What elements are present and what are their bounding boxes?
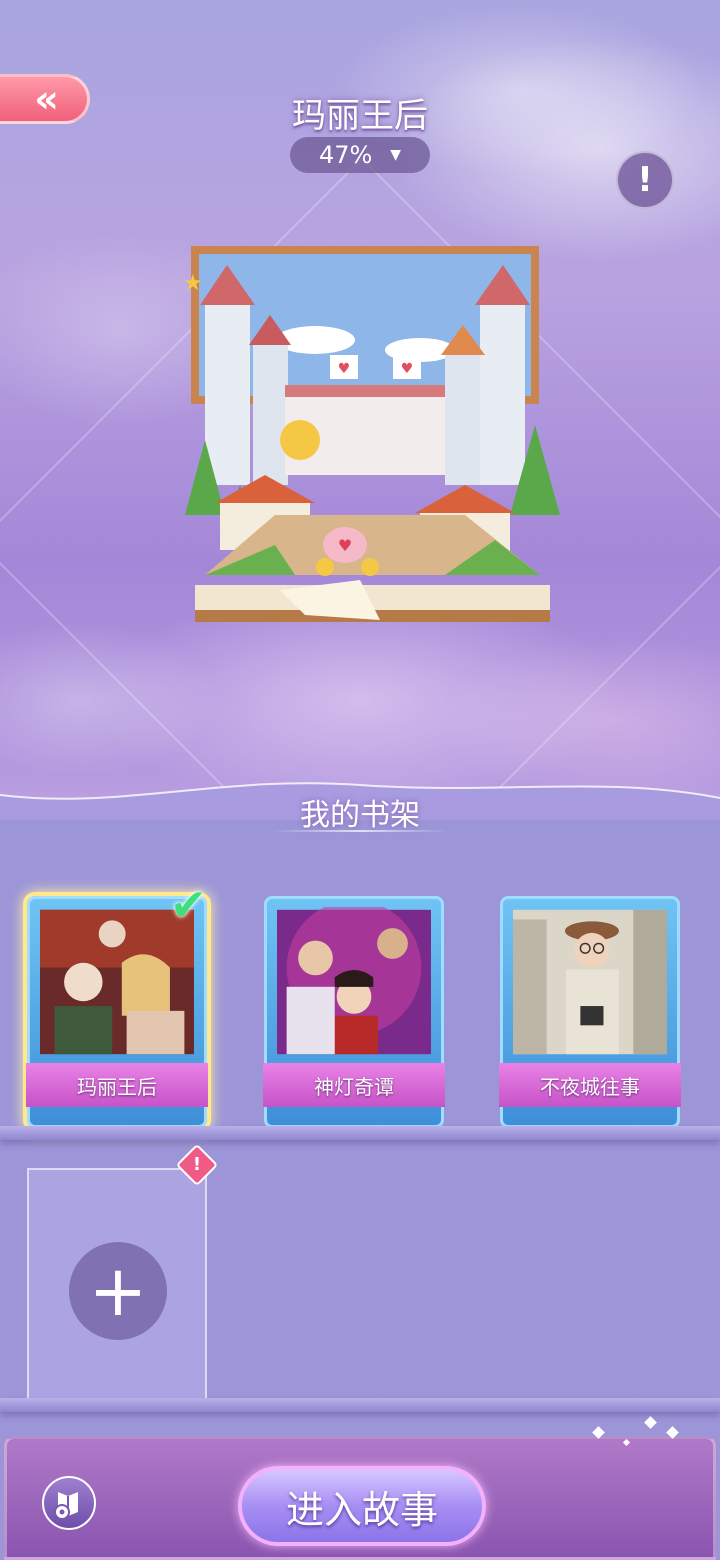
add-button[interactable]: + [69, 1242, 167, 1340]
plus-icon: + [88, 1250, 148, 1332]
shelf-board-top [0, 1126, 720, 1140]
book-title-label: 玛丽王后 [26, 1063, 208, 1107]
enter-story-button[interactable]: 进入故事 [238, 1466, 486, 1546]
shelf-title: 我的书架 [300, 798, 420, 833]
book-title-label: 神灯奇谭 [263, 1063, 445, 1107]
progress-value: 47% [318, 141, 373, 169]
book-settings-button[interactable] [42, 1476, 96, 1530]
info-button[interactable]: ! [616, 151, 674, 209]
add-book-slot[interactable]: + [27, 1168, 207, 1408]
book-cover-magic-lamp [277, 900, 431, 1055]
exclamation-icon: ! [192, 1154, 202, 1175]
book-card-magic-lamp[interactable]: 神灯奇谭 [263, 896, 445, 1128]
exclamation-icon: ! [637, 160, 653, 200]
book-title-label: 不夜城往事 [499, 1063, 681, 1107]
caret-down-icon: ▼ [390, 147, 402, 163]
progress-dropdown[interactable]: 47% ▼ [290, 137, 430, 173]
shelf-title-underline [270, 830, 450, 832]
svg-text:★: ★ [183, 271, 203, 296]
book-gear-icon [54, 1492, 78, 1520]
enter-story-label: 进入故事 [285, 1487, 438, 1532]
shelf-board-bottom [0, 1398, 720, 1412]
checkmark-icon: ✔ [170, 880, 207, 931]
book-cover-sleepless-city [513, 909, 667, 1055]
book-card-sleepless-city[interactable]: 不夜城往事 [499, 896, 681, 1128]
svg-text:♥: ♥ [338, 361, 351, 377]
svg-text:♥: ♥ [401, 361, 414, 377]
svg-text:♥: ♥ [338, 536, 352, 555]
current-book-title: 玛丽王后 [292, 96, 428, 136]
popup-book-illustration: ♥ ♥ ♥ ★ [183, 246, 560, 622]
